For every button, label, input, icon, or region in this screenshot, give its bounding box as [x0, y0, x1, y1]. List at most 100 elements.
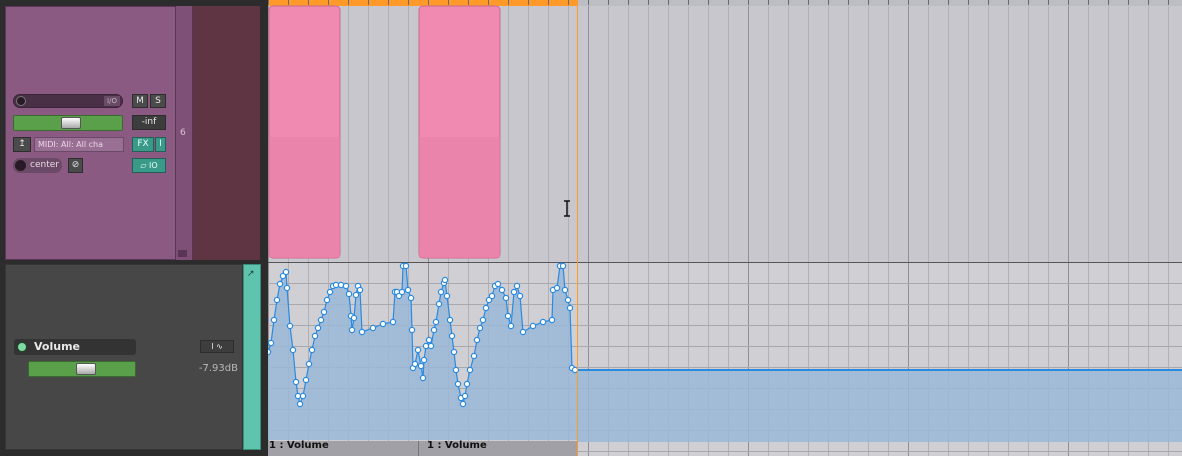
- volume-fader[interactable]: [13, 115, 123, 131]
- envelope-point[interactable]: [452, 366, 460, 374]
- io-button[interactable]: I/O: [104, 96, 120, 106]
- envelope-point[interactable]: [443, 292, 451, 300]
- envelope-point[interactable]: [408, 326, 416, 334]
- envelope-point[interactable]: [450, 348, 458, 356]
- envelope-point[interactable]: [448, 332, 456, 340]
- envelope-point[interactable]: [273, 296, 281, 304]
- envelope-point[interactable]: [571, 366, 579, 374]
- envelope-point[interactable]: [435, 300, 443, 308]
- volume-readout[interactable]: -inf: [132, 115, 166, 130]
- envelope-icon[interactable]: ↥: [13, 137, 31, 152]
- envelope-point[interactable]: [494, 280, 502, 288]
- envelope-point[interactable]: [513, 282, 521, 290]
- envelope-point[interactable]: [427, 342, 435, 350]
- envelope-lane-strip[interactable]: ↗: [243, 264, 261, 450]
- envelope-fader[interactable]: [28, 361, 136, 377]
- envelope-point[interactable]: [323, 296, 331, 304]
- envelope-point[interactable]: [529, 322, 537, 330]
- envelope-point[interactable]: [299, 392, 307, 400]
- fx-bypass-button[interactable]: I: [155, 137, 166, 152]
- envelope-point[interactable]: [289, 346, 297, 354]
- envelope-point[interactable]: [407, 294, 415, 302]
- arrange-view[interactable]: [268, 0, 1182, 456]
- envelope-point[interactable]: [473, 336, 481, 344]
- envelope-point[interactable]: [479, 316, 487, 324]
- pan-dial-icon[interactable]: [15, 160, 26, 171]
- phase-icon[interactable]: ⊘: [68, 158, 83, 173]
- envelope-point[interactable]: [510, 288, 518, 296]
- envelope-point[interactable]: [516, 292, 524, 300]
- envelope-point[interactable]: [461, 392, 469, 400]
- envelope-point[interactable]: [482, 304, 490, 312]
- envelope-point[interactable]: [270, 316, 278, 324]
- mute-button[interactable]: M: [132, 94, 148, 108]
- envelope-point[interactable]: [348, 326, 356, 334]
- envelope-point[interactable]: [470, 352, 478, 360]
- envelope-name-box[interactable]: Volume: [14, 339, 136, 355]
- track-header[interactable]: [5, 6, 176, 260]
- envelope-point[interactable]: [317, 316, 325, 324]
- envelope-point[interactable]: [286, 322, 294, 330]
- envelope-point[interactable]: [402, 262, 410, 270]
- envelope-point[interactable]: [369, 324, 377, 332]
- envelope-point[interactable]: [498, 286, 506, 294]
- record-arm-icon[interactable]: [16, 96, 26, 106]
- envelope-point[interactable]: [502, 294, 510, 302]
- io-routing-button[interactable]: ▱ IO: [132, 158, 166, 173]
- envelope-point[interactable]: [308, 346, 316, 354]
- envelope-point[interactable]: [414, 346, 422, 354]
- envelope-point[interactable]: [446, 316, 454, 324]
- envelope-point[interactable]: [459, 400, 467, 408]
- envelope-bypass-icon[interactable]: [17, 342, 27, 352]
- envelope-point[interactable]: [320, 308, 328, 316]
- volume-fader-thumb[interactable]: [61, 117, 81, 129]
- envelope-point[interactable]: [311, 332, 319, 340]
- envelope-point[interactable]: [417, 362, 425, 370]
- solo-button[interactable]: S: [150, 94, 166, 108]
- envelope-point[interactable]: [419, 374, 427, 382]
- envelope-point[interactable]: [441, 276, 449, 284]
- envelope-point[interactable]: [548, 316, 556, 324]
- envelope-point[interactable]: [507, 322, 515, 330]
- envelope-point[interactable]: [342, 282, 350, 290]
- envelope-point[interactable]: [430, 326, 438, 334]
- envelope-point[interactable]: [296, 400, 304, 408]
- folder-icon[interactable]: [178, 250, 187, 257]
- envelope-point[interactable]: [292, 378, 300, 386]
- envelope-point[interactable]: [561, 286, 569, 294]
- envelope-point[interactable]: [326, 288, 334, 296]
- envelope-point[interactable]: [389, 318, 397, 326]
- envelope-point[interactable]: [539, 318, 547, 326]
- envelope-point[interactable]: [488, 292, 496, 300]
- envelope-point[interactable]: [404, 286, 412, 294]
- envelope-point[interactable]: [276, 280, 284, 288]
- envelope-point[interactable]: [352, 291, 360, 299]
- envelope-point[interactable]: [358, 328, 366, 336]
- envelope-mode-button[interactable]: I ∿: [200, 340, 234, 353]
- envelope-point[interactable]: [268, 348, 272, 356]
- envelope-fader-thumb[interactable]: [76, 363, 96, 375]
- pan-knob[interactable]: center: [13, 158, 62, 173]
- envelope-point[interactable]: [432, 318, 440, 326]
- envelope-point[interactable]: [466, 366, 474, 374]
- midi-input-select[interactable]: MIDI: All: All cha: [34, 137, 124, 152]
- envelope-point[interactable]: [559, 262, 567, 270]
- envelope-point[interactable]: [411, 360, 419, 368]
- envelope-point[interactable]: [379, 320, 387, 328]
- envelope-point[interactable]: [476, 324, 484, 332]
- envelope-point[interactable]: [566, 304, 574, 312]
- envelope-point[interactable]: [302, 376, 310, 384]
- input-slider[interactable]: I/O: [13, 94, 123, 108]
- envelope-point[interactable]: [282, 268, 290, 276]
- envelope-point[interactable]: [519, 328, 527, 336]
- envelope-point[interactable]: [356, 286, 364, 294]
- envelope-point[interactable]: [463, 380, 471, 388]
- envelope-point[interactable]: [314, 324, 322, 332]
- envelope-point[interactable]: [437, 288, 445, 296]
- envelope-point[interactable]: [350, 314, 358, 322]
- envelope-point[interactable]: [398, 288, 406, 296]
- envelope-point[interactable]: [564, 296, 572, 304]
- envelope-point[interactable]: [305, 360, 313, 368]
- envelope-point[interactable]: [553, 284, 561, 292]
- envelope-point[interactable]: [337, 281, 345, 289]
